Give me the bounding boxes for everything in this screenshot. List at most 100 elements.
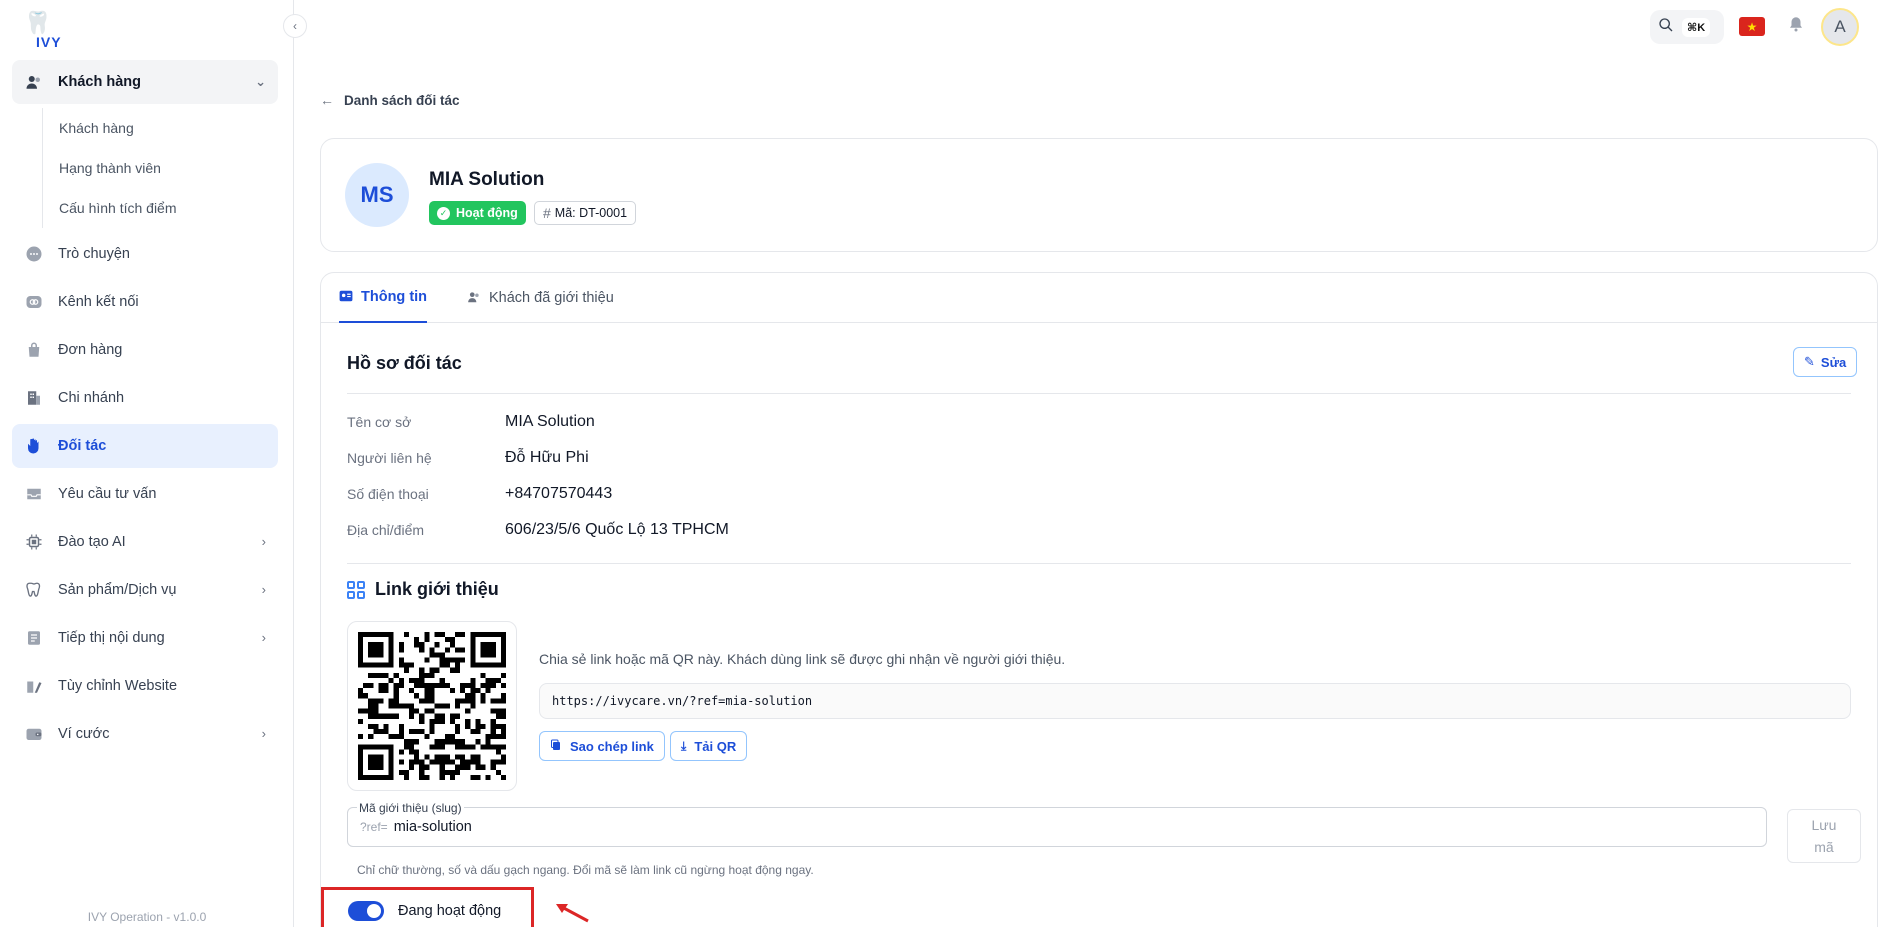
info-label: Tên cơ sở [347, 414, 412, 430]
active-status-toggle-highlight: Đang hoạt động [321, 887, 534, 927]
save-slug-label: Lưu mã [1812, 814, 1837, 858]
app-version: IVY Operation - v1.0.0 [87, 910, 207, 924]
sidebar-item-label: Đào tạo AI [58, 534, 126, 550]
palette-icon [24, 676, 44, 696]
back-to-partner-list[interactable]: ← Danh sách đối tác [320, 92, 460, 108]
partner-content-card: Thông tin Khách đã giới thiệu Hồ sơ đối … [320, 272, 1878, 927]
save-label-line-2: mã [1814, 839, 1834, 855]
vietnam-flag-icon[interactable]: ★ [1739, 17, 1765, 36]
sidebar-item-channels[interactable]: Kênh kết nối [12, 280, 278, 324]
sidebar-item-orders[interactable]: Đơn hàng [12, 328, 278, 372]
info-row-business-name: Tên cơ sở MIA Solution [347, 409, 595, 435]
sidebar-item-website-customize[interactable]: Tùy chỉnh Website [12, 664, 278, 708]
sidebar-item-consult-requests[interactable]: Yêu cầu tư vấn [12, 472, 278, 516]
sidebar-item-chat[interactable]: Trò chuyện [12, 232, 278, 276]
bag-icon [24, 340, 44, 360]
sidebar-item-partners[interactable]: Đối tác [12, 424, 278, 468]
ivy-logo[interactable]: 🦷 IVY [22, 12, 66, 52]
chat-icon [24, 244, 44, 264]
submenu-item-customers[interactable]: Khách hàng [43, 108, 278, 148]
download-qr-button[interactable]: ⤓ Tải QR [670, 731, 748, 761]
tab-referred-label: Khách đã giới thiệu [489, 290, 614, 306]
back-label: Danh sách đối tác [344, 92, 460, 108]
tab-referred-customers[interactable]: Khách đã giới thiệu [467, 273, 614, 323]
save-label-line-1: Lưu [1811, 817, 1837, 833]
info-label: Địa chỉ/điểm [347, 522, 425, 538]
referral-title-label: Link giới thiệu [375, 579, 499, 599]
tooth-logo-icon: 🦷 [24, 10, 52, 35]
edit-button-label: Sửa [1820, 354, 1847, 370]
qr-grid-icon [347, 580, 365, 599]
chevron-left-icon: ‹ [293, 19, 297, 33]
customers-submenu: Khách hàng Hạng thành viên Cấu hình tích… [42, 108, 278, 228]
sidebar-item-products-services[interactable]: Sản phẩm/Dịch vụ › [12, 568, 278, 612]
hash-icon: # [543, 205, 551, 221]
chevron-right-icon: › [261, 630, 266, 645]
sidebar-item-label: Tùy chỉnh Website [58, 678, 178, 694]
sidebar-item-customers[interactable]: Khách hàng ⌄ [12, 60, 278, 104]
referral-url-field[interactable]: https://ivycare.vn/?ref=mia-solution [539, 683, 1851, 719]
partner-code-badge: # Mã: DT-0001 [534, 201, 637, 225]
referral-section-title: Link giới thiệu [347, 579, 499, 600]
users-icon [24, 72, 44, 92]
sidebar-item-wallet[interactable]: Ví cước › [12, 712, 278, 756]
pencil-icon: ✎ [1804, 354, 1815, 369]
partner-header-card: MS MIA Solution ✓ Hoạt động # Mã: DT-000… [320, 138, 1878, 252]
partner-avatar: MS [345, 163, 409, 227]
inbox-icon [24, 484, 44, 504]
sidebar: 🦷 IVY Khách hàng ⌄ Khách hàng Hạng thành… [0, 0, 294, 927]
slug-prefix: ?ref= [360, 820, 388, 834]
tab-info-label: Thông tin [361, 289, 428, 305]
status-badge-label: Hoạt động [456, 206, 518, 220]
divider [347, 393, 1851, 394]
search-icon [1658, 17, 1674, 38]
save-slug-button[interactable]: Lưu mã [1787, 809, 1861, 863]
referral-description: Chia sẻ link hoặc mã QR này. Khách dùng … [539, 651, 1066, 667]
bell-icon[interactable] [1785, 15, 1807, 37]
sidebar-item-label: Khách hàng [58, 74, 141, 90]
copy-link-label: Sao chép link [570, 738, 654, 754]
slug-hint: Chỉ chữ thường, số và dấu gạch ngang. Đổ… [357, 863, 814, 877]
search-shortcut: ⌘K [1682, 17, 1711, 37]
building-icon [24, 388, 44, 408]
sidebar-collapse-button[interactable]: ‹ [283, 14, 307, 38]
partner-code-label: Mã: DT-0001 [554, 206, 628, 220]
copy-icon [550, 739, 562, 754]
id-card-icon [339, 290, 353, 305]
info-value: MIA Solution [505, 413, 595, 430]
slug-field-label: Mã giới thiệu (slug) [357, 801, 464, 815]
user-avatar[interactable]: A [1821, 8, 1859, 46]
submenu-item-points-config[interactable]: Cấu hình tích điểm [43, 188, 278, 228]
logo-text: IVY [36, 34, 62, 50]
info-value: 606/23/5/6 Quốc Lộ 13 TPHCM [505, 521, 729, 538]
tab-info[interactable]: Thông tin [339, 273, 428, 323]
chevron-right-icon: › [261, 726, 266, 741]
qr-code-icon [358, 632, 506, 780]
active-status-label: Đang hoạt động [398, 903, 502, 919]
sidebar-item-label: Yêu cầu tư vấn [58, 486, 157, 502]
sidebar-item-ai-training[interactable]: Đào tạo AI › [12, 520, 278, 564]
info-row-address: Địa chỉ/điểm 606/23/5/6 Quốc Lộ 13 TPHCM [347, 517, 729, 543]
active-status-switch[interactable] [348, 901, 384, 921]
submenu-item-membership-tiers[interactable]: Hạng thành viên [43, 148, 278, 188]
sidebar-item-label: Chi nhánh [58, 390, 125, 406]
sidebar-item-content-marketing[interactable]: Tiếp thị nội dung › [12, 616, 278, 660]
info-row-phone: Số điện thoại +84707570443 [347, 481, 612, 507]
document-icon [24, 628, 44, 648]
sidebar-item-branches[interactable]: Chi nhánh [12, 376, 278, 420]
edit-button[interactable]: ✎ Sửa [1793, 347, 1858, 377]
users-icon [467, 290, 481, 307]
arrow-left-icon: ← [320, 92, 334, 108]
wallet-icon [24, 724, 44, 744]
download-qr-label: Tải QR [694, 738, 737, 754]
download-icon: ⤓ [681, 738, 687, 753]
profile-section-title: Hồ sơ đối tác [347, 353, 462, 373]
copy-link-button[interactable]: Sao chép link [539, 731, 665, 761]
tab-bar: Thông tin Khách đã giới thiệu [321, 273, 1877, 323]
sidebar-item-label: Tiếp thị nội dung [58, 630, 165, 646]
sidebar-item-label: Trò chuyện [58, 246, 130, 262]
slug-input[interactable]: ?ref= mia-solution [347, 807, 1767, 847]
qr-code [347, 621, 517, 791]
divider [347, 563, 1851, 564]
search-button[interactable]: ⌘K [1650, 10, 1724, 44]
